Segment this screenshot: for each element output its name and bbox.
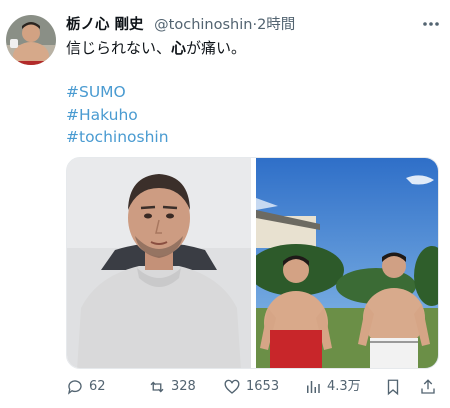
reply-icon	[67, 380, 82, 395]
author-handle[interactable]: @tochinoshin	[154, 17, 252, 33]
post-header: 栃ノ心 剛史 @tochinoshin·2時間	[66, 14, 420, 36]
bookmark-icon	[387, 379, 399, 396]
reply-count: 62	[89, 379, 106, 394]
hashtag-hakuho[interactable]: #Hakuho	[66, 104, 169, 127]
author-name[interactable]: 栃ノ心 剛史	[66, 17, 144, 33]
avatar[interactable]	[6, 15, 56, 65]
post-text-part-2: が痛い。	[186, 39, 247, 57]
like-button[interactable]: 1653	[223, 375, 279, 399]
media-image-1[interactable]	[67, 158, 251, 368]
repost-count: 328	[171, 379, 196, 394]
views-button[interactable]: 4.3万	[304, 375, 361, 399]
hashtag-sumo[interactable]: #SUMO	[66, 81, 169, 104]
post-text: 信じられない、心が痛い。	[66, 37, 246, 59]
repost-button[interactable]: 328	[148, 375, 196, 399]
post-text-part-1: 信じられない、	[66, 39, 172, 57]
like-icon	[224, 379, 240, 394]
action-bar: 62 328 1653 4.3万	[66, 375, 442, 399]
share-button[interactable]	[419, 375, 437, 399]
media-grid	[66, 157, 439, 369]
hashtag-tochinoshin[interactable]: #tochinoshin	[66, 126, 169, 149]
more-options-button[interactable]	[420, 13, 442, 35]
avatar-image	[6, 15, 56, 65]
post-text-bold: 心	[171, 39, 187, 57]
video-still-man	[67, 158, 251, 368]
views-icon	[307, 381, 320, 393]
post-time[interactable]: 2時間	[257, 17, 295, 33]
share-icon	[421, 379, 435, 394]
more-icon	[423, 22, 439, 26]
like-count: 1653	[246, 379, 280, 394]
photo-two-wrestlers	[248, 158, 438, 368]
reply-button[interactable]: 62	[66, 375, 106, 399]
media-image-2[interactable]	[248, 158, 438, 368]
views-count: 4.3万	[327, 379, 361, 394]
bookmark-button[interactable]	[384, 375, 402, 399]
hashtag-list: #SUMO #Hakuho #tochinoshin	[66, 81, 169, 149]
repost-icon	[150, 381, 164, 393]
